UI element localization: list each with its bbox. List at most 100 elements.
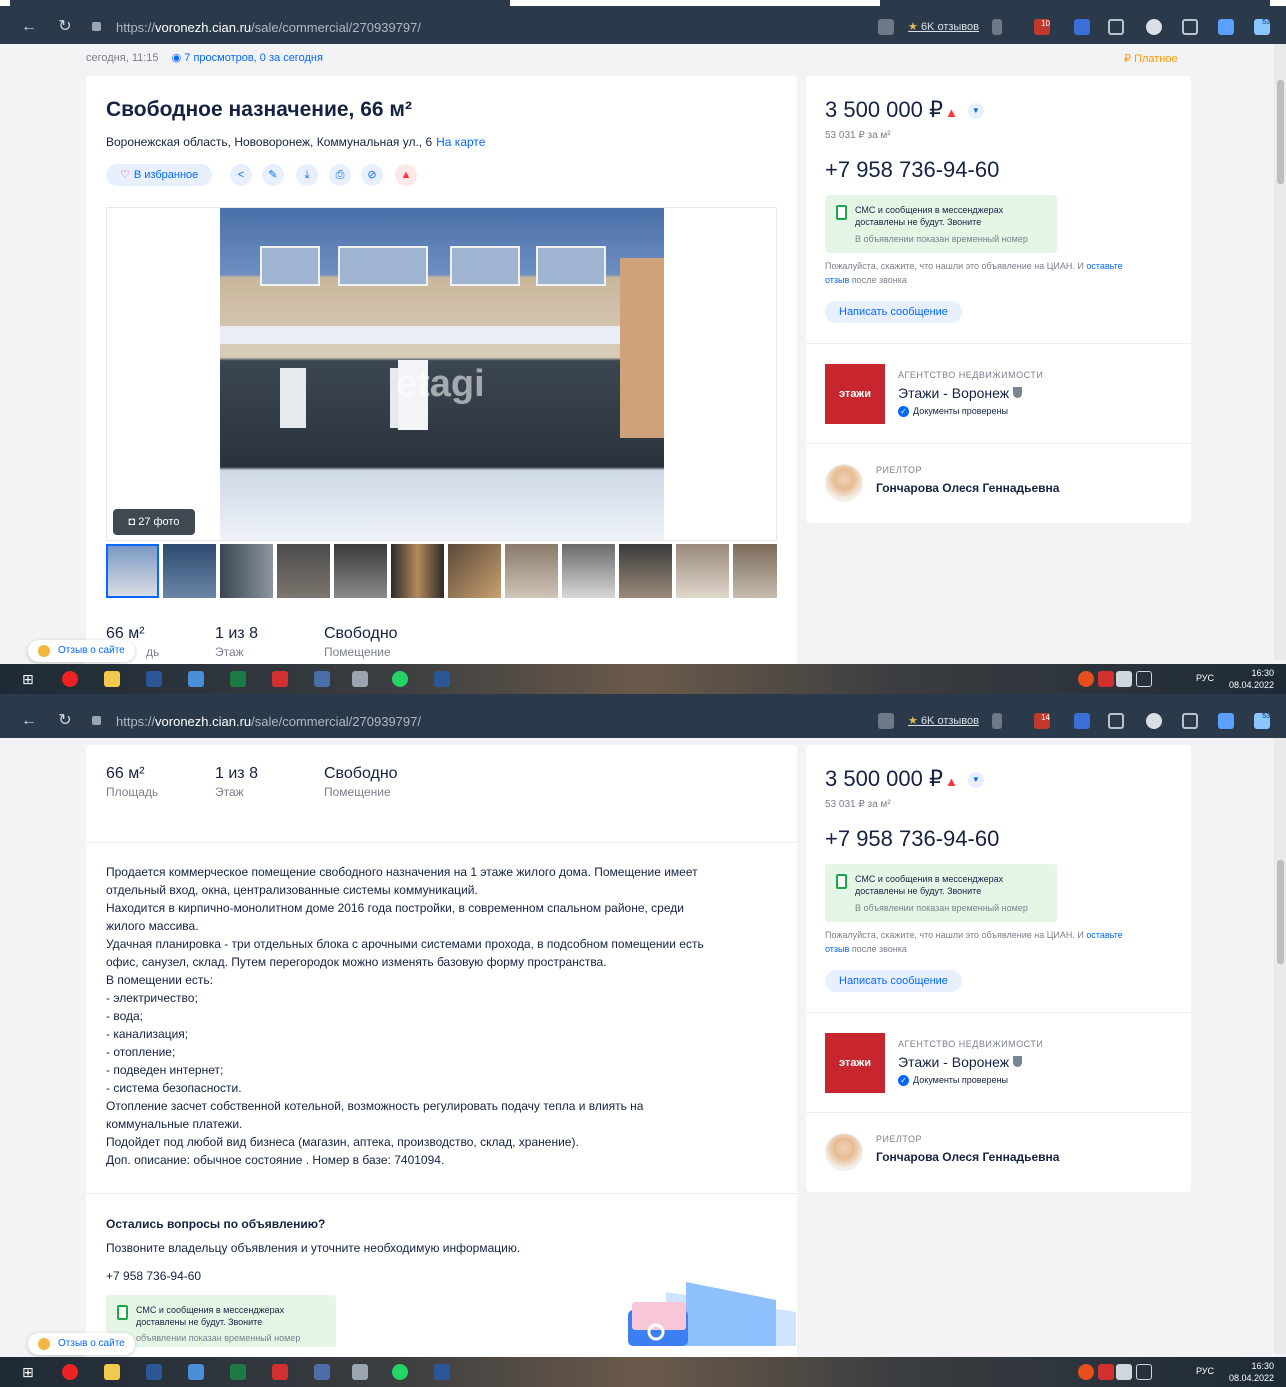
explorer-icon[interactable] — [104, 1364, 120, 1380]
tray-icon[interactable] — [1078, 671, 1094, 687]
word-icon[interactable] — [146, 671, 162, 687]
extension-icon[interactable] — [1146, 713, 1162, 729]
reload-icon[interactable]: ↻ — [56, 18, 74, 36]
agency-name[interactable]: Этажи - Воронеж — [898, 385, 1023, 401]
thumbnail[interactable] — [163, 544, 216, 598]
back-icon[interactable]: ← — [20, 712, 38, 730]
thumbnail[interactable] — [676, 544, 729, 598]
write-message-button[interactable]: Написать сообщение — [825, 970, 962, 992]
price-history-button[interactable]: ▼ — [967, 103, 984, 120]
bookmark-icon[interactable] — [992, 19, 1002, 35]
explorer-icon[interactable] — [104, 671, 120, 687]
address-bar[interactable]: https://voronezh.cian.ru/sale/commercial… — [116, 714, 421, 729]
main-photo[interactable]: etagi — [220, 208, 664, 540]
questions-phone[interactable]: +7 958 736-94-60 — [106, 1269, 201, 1283]
thumbnail[interactable] — [733, 544, 777, 598]
language-indicator[interactable]: РУС — [1196, 1366, 1214, 1376]
app-icon[interactable] — [314, 671, 330, 687]
phone-number[interactable]: +7 958 736-94-60 — [825, 157, 999, 183]
clock[interactable]: 16:30 08.04.2022 — [1229, 1360, 1274, 1384]
address-bar[interactable]: https://voronezh.cian.ru/sale/commercial… — [116, 20, 421, 35]
reader-icon[interactable] — [1108, 713, 1124, 729]
reader-icon[interactable] — [1108, 19, 1124, 35]
clock[interactable]: 16:30 08.04.2022 — [1229, 667, 1274, 691]
extension-icon[interactable] — [1074, 713, 1090, 729]
scrollbar[interactable] — [1274, 44, 1286, 660]
tray-icon[interactable] — [1136, 1364, 1152, 1380]
whatsapp-icon[interactable] — [392, 671, 408, 687]
thumbnail[interactable] — [277, 544, 330, 598]
extension-icon[interactable] — [878, 19, 894, 35]
scrollbar-thumb[interactable] — [1277, 80, 1284, 184]
write-message-button[interactable]: Написать сообщение — [825, 301, 962, 323]
favorite-button[interactable]: ♡ В избранное — [106, 164, 213, 186]
realtor-avatar[interactable] — [825, 1133, 863, 1171]
download-button[interactable]: ⤓ — [296, 164, 318, 186]
tray-icon[interactable] — [1098, 671, 1114, 687]
extension-icon[interactable] — [1218, 19, 1234, 35]
leave-review-link[interactable]: оставьте — [1086, 930, 1122, 940]
reload-icon[interactable]: ↻ — [56, 712, 74, 730]
agency-logo[interactable]: этажи — [825, 364, 885, 424]
downloads-icon[interactable]: 53 — [1254, 19, 1270, 35]
review-link[interactable]: отзыв — [825, 944, 849, 954]
site-feedback-button[interactable]: Отзыв о сайте — [28, 640, 135, 662]
app-icon[interactable] — [352, 1364, 368, 1380]
complain-button[interactable]: ▲ — [395, 164, 417, 186]
realtor-name[interactable]: Гончарова Олеся Геннадьевна — [876, 481, 1059, 495]
extension-icon[interactable] — [1182, 19, 1198, 35]
realtor-avatar[interactable] — [825, 464, 863, 502]
share-button[interactable]: < — [230, 164, 252, 186]
whatsapp-icon[interactable] — [392, 1364, 408, 1380]
map-link[interactable]: На карте — [436, 135, 485, 149]
tray-icon[interactable] — [1116, 671, 1132, 687]
app-icon[interactable] — [314, 1364, 330, 1380]
word-icon[interactable] — [434, 1364, 450, 1380]
thumbnail[interactable] — [562, 544, 615, 598]
excel-icon[interactable] — [230, 671, 246, 687]
extension-icon[interactable] — [1074, 19, 1090, 35]
extension-icon[interactable] — [1182, 713, 1198, 729]
excel-icon[interactable] — [230, 1364, 246, 1380]
agency-logo[interactable]: этажи — [825, 1033, 885, 1093]
yandex-browser-icon[interactable] — [62, 671, 78, 687]
word-icon[interactable] — [146, 1364, 162, 1380]
tray-icon[interactable] — [1116, 1364, 1132, 1380]
acrobat-icon[interactable] — [272, 671, 288, 687]
thumbnail[interactable] — [448, 544, 501, 598]
reviews-link[interactable]: ★ 6K отзывов — [908, 20, 979, 33]
adblock-icon[interactable]: 14 — [1034, 713, 1050, 729]
windows-start-icon[interactable]: ⊞ — [22, 1364, 38, 1380]
acrobat-icon[interactable] — [272, 1364, 288, 1380]
app-icon[interactable] — [188, 1364, 204, 1380]
tray-icon[interactable] — [1098, 1364, 1114, 1380]
bookmark-icon[interactable] — [992, 713, 1002, 729]
hide-button[interactable]: ⊘ — [361, 164, 383, 186]
thumbnail[interactable] — [619, 544, 672, 598]
language-indicator[interactable]: РУС — [1196, 673, 1214, 683]
views-link[interactable]: ◉ 7 просмотров, 0 за сегодня — [172, 52, 323, 64]
app-icon[interactable] — [188, 671, 204, 687]
scrollbar-thumb[interactable] — [1277, 860, 1284, 964]
extension-icon[interactable] — [1146, 19, 1162, 35]
word-icon[interactable] — [434, 671, 450, 687]
tray-icon[interactable] — [1078, 1364, 1094, 1380]
thumbnail[interactable] — [220, 544, 273, 598]
extension-icon[interactable] — [878, 713, 894, 729]
price-history-button[interactable]: ▼ — [967, 772, 984, 789]
edit-button[interactable]: ✎ — [262, 164, 284, 186]
adblock-icon[interactable]: 10 — [1034, 19, 1050, 35]
print-button[interactable]: ⎙ — [329, 164, 351, 186]
review-link[interactable]: отзыв — [825, 275, 849, 285]
downloads-icon[interactable]: 53 — [1254, 713, 1270, 729]
thumbnail[interactable] — [106, 544, 159, 598]
phone-number[interactable]: +7 958 736-94-60 — [825, 826, 999, 852]
thumbnail[interactable] — [334, 544, 387, 598]
thumbnail[interactable] — [505, 544, 558, 598]
scrollbar[interactable] — [1274, 738, 1286, 1354]
windows-start-icon[interactable]: ⊞ — [22, 671, 38, 687]
realtor-name[interactable]: Гончарова Олеся Геннадьевна — [876, 1150, 1059, 1164]
app-icon[interactable] — [352, 671, 368, 687]
extension-icon[interactable] — [1218, 713, 1234, 729]
leave-review-link[interactable]: оставьте — [1086, 261, 1122, 271]
